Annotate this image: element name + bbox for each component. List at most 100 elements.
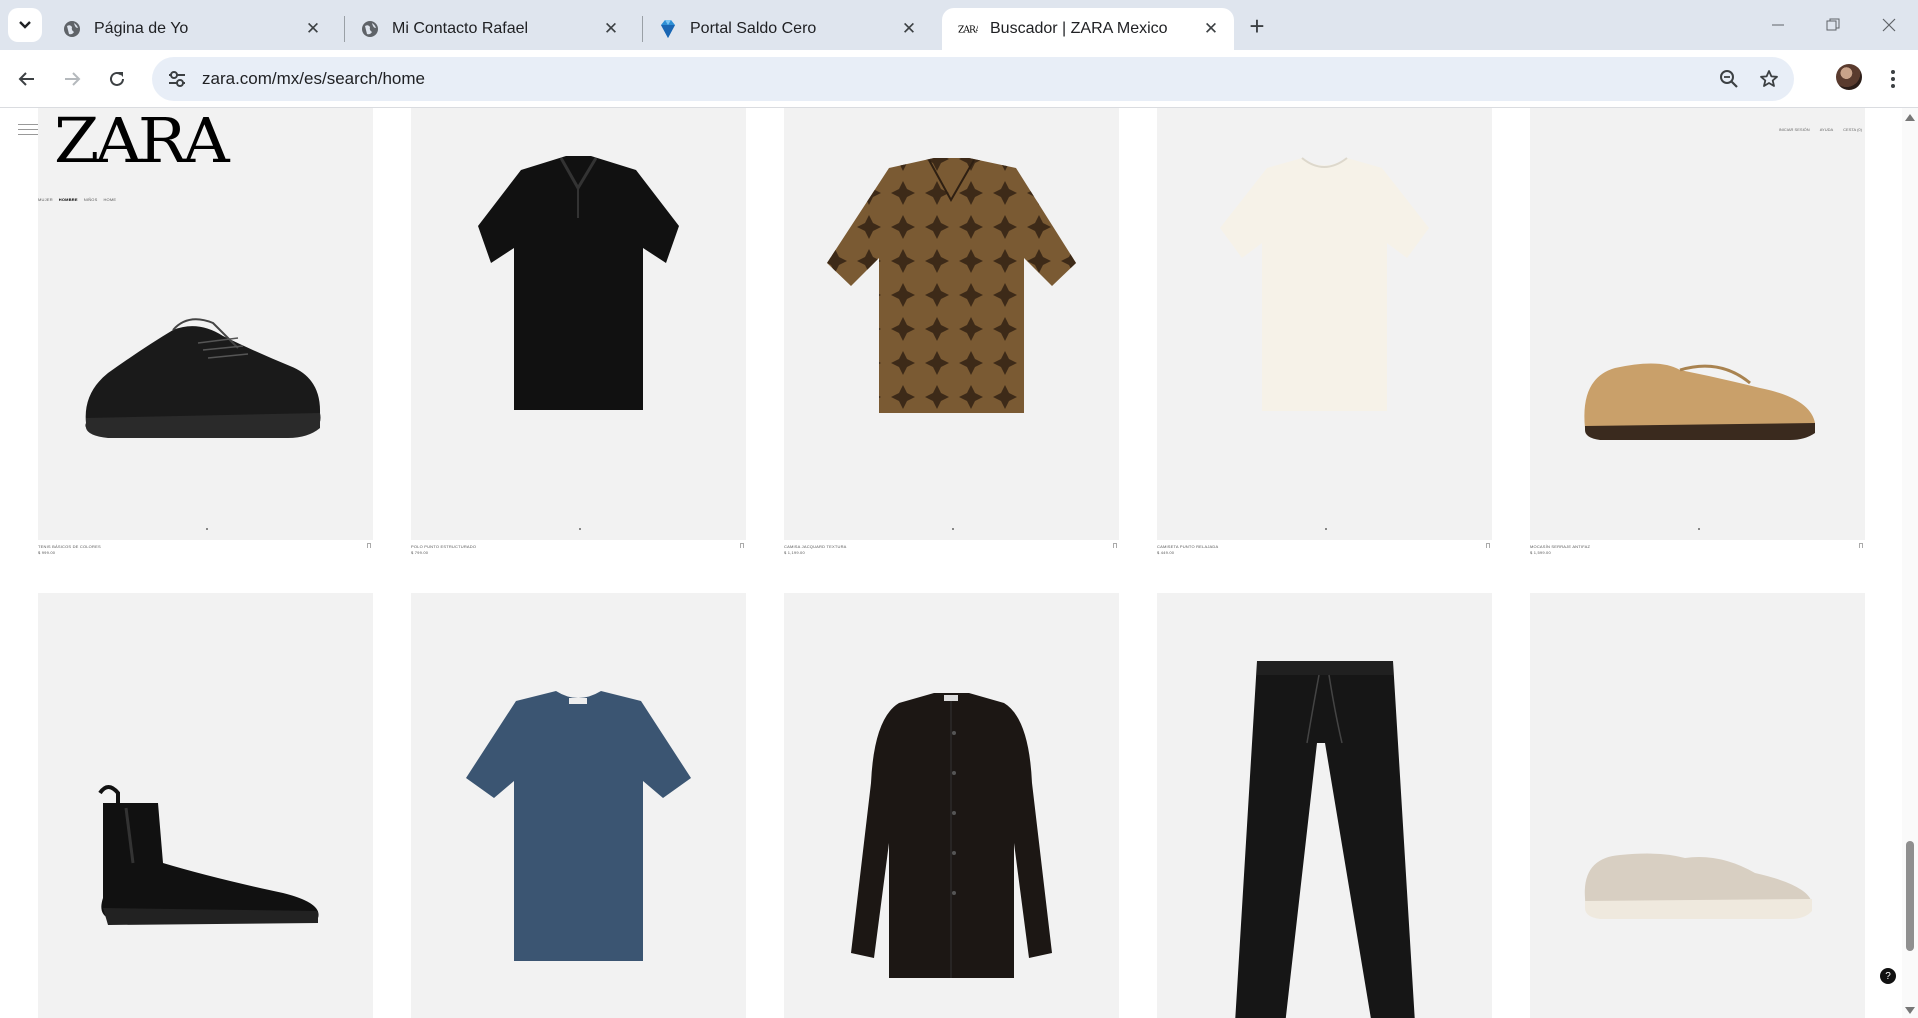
product-image-patterned-shirt[interactable]	[784, 108, 1119, 540]
bookmark-icon[interactable]	[1859, 543, 1863, 548]
zara-search-page: ZARA MUJER HOMBRE NIÑOS HOME INICIAR SES…	[0, 108, 1902, 1018]
product-price: $ 799.00	[411, 550, 429, 555]
restore-icon	[1826, 18, 1840, 31]
product-card[interactable]	[411, 593, 746, 1018]
product-image-loafer[interactable]	[1530, 108, 1865, 540]
product-meta: POLO PUNTO ESTRUCTURADO $ 799.00	[411, 540, 746, 560]
category-mujer[interactable]: MUJER	[38, 197, 53, 202]
image-pager-dot[interactable]	[205, 528, 208, 530]
browser-toolbar: zara.com/mx/es/search/home	[0, 50, 1918, 108]
gem-icon	[658, 19, 678, 39]
address-bar[interactable]: zara.com/mx/es/search/home	[152, 57, 1794, 101]
login-link[interactable]: INICIAR SESIÓN	[1779, 127, 1810, 132]
site-settings-icon[interactable]	[166, 68, 188, 90]
zara-logo[interactable]: ZARA	[54, 110, 230, 172]
product-meta: CAMISA JACQUARD TEXTURA $ 1,199.00	[784, 540, 1119, 560]
url-text[interactable]: zara.com/mx/es/search/home	[202, 69, 1714, 89]
tab-title: Página de Yo	[94, 20, 189, 37]
browser-menu-button[interactable]	[1880, 64, 1906, 94]
tab-buscador-zara[interactable]: ZARA Buscador | ZARA Mexico ✕	[942, 8, 1234, 50]
bookmark-icon[interactable]	[1486, 543, 1490, 548]
product-image-tee[interactable]	[1157, 108, 1492, 540]
image-pager-dot[interactable]	[578, 528, 581, 530]
bookmark-star-icon[interactable]	[1754, 64, 1784, 94]
help-link[interactable]: AYUDA	[1820, 127, 1833, 132]
product-price: $ 1,599.00	[1530, 550, 1551, 555]
close-tab-icon[interactable]: ✕	[898, 18, 920, 40]
page-scrollbar[interactable]	[1902, 108, 1918, 1018]
bookmark-icon[interactable]	[367, 543, 371, 548]
forward-arrow-icon	[65, 72, 81, 86]
reload-button[interactable]	[102, 64, 132, 94]
profile-avatar[interactable]	[1836, 64, 1862, 90]
tab-search-button[interactable]	[8, 8, 42, 42]
close-window-button[interactable]	[1869, 10, 1909, 40]
product-price: $ 449.00	[1157, 550, 1175, 555]
product-card[interactable]	[1157, 593, 1492, 1018]
close-tab-icon[interactable]: ✕	[600, 18, 622, 40]
product-image-blue-tee[interactable]	[411, 593, 746, 1018]
back-arrow-icon	[18, 72, 34, 86]
chevron-down-icon	[19, 21, 31, 29]
tab-mi-contacto-rafael[interactable]: Mi Contacto Rafael ✕	[344, 8, 634, 50]
image-pager-dot[interactable]	[1324, 528, 1327, 530]
product-image-trousers[interactable]	[1157, 593, 1492, 1018]
minimize-icon	[1772, 24, 1784, 26]
bookmark-icon[interactable]	[1113, 543, 1117, 548]
bookmark-icon[interactable]	[740, 543, 744, 548]
product-image-polo[interactable]	[411, 108, 746, 540]
restore-button[interactable]	[1813, 10, 1853, 40]
scroll-up-arrow-icon[interactable]	[1905, 114, 1915, 121]
new-tab-button[interactable]: +	[1243, 11, 1271, 41]
close-tab-icon[interactable]: ✕	[1200, 18, 1222, 40]
product-image-overshirt[interactable]	[784, 593, 1119, 1018]
scrollbar-thumb[interactable]	[1906, 841, 1914, 951]
zara-favicon-icon: ZARA	[958, 19, 978, 39]
globe-icon	[360, 19, 380, 39]
browser-tabbar: Página de Yo ✕ Mi Contacto Rafael ✕ Port…	[0, 0, 1918, 50]
product-meta: MOCASÍN SERRAJE ANTIFAZ $ 1,599.00	[1530, 540, 1865, 560]
category-home[interactable]: HOME	[103, 197, 116, 202]
image-pager-dot[interactable]	[1697, 528, 1700, 530]
header-links: INICIAR SESIÓN AYUDA CESTA (0)	[1779, 127, 1862, 132]
image-pager-dot[interactable]	[951, 528, 954, 530]
back-button[interactable]	[12, 64, 42, 94]
svg-text:ZARA: ZARA	[958, 26, 978, 35]
category-ninos[interactable]: NIÑOS	[84, 197, 98, 202]
product-card[interactable]: CAMISA JACQUARD TEXTURA $ 1,199.00	[784, 108, 1119, 560]
product-card[interactable]: POLO PUNTO ESTRUCTURADO $ 799.00	[411, 108, 746, 560]
product-card[interactable]	[38, 593, 373, 1018]
product-name[interactable]: TENIS BÁSICOS DE COLORES	[38, 544, 373, 549]
product-card[interactable]	[1530, 593, 1865, 1018]
product-card[interactable]	[784, 593, 1119, 1018]
tab-title: Portal Saldo Cero	[690, 20, 817, 37]
scroll-down-arrow-icon[interactable]	[1905, 1007, 1915, 1014]
product-meta: CAMISETA PUNTO RELAJADA $ 449.00	[1157, 540, 1492, 560]
more-vert-icon	[1891, 70, 1895, 88]
forward-button[interactable]	[57, 64, 87, 94]
help-chat-icon[interactable]: ?	[1880, 968, 1896, 984]
zoom-icon[interactable]	[1714, 64, 1744, 94]
product-card[interactable]: MOCASÍN SERRAJE ANTIFAZ $ 1,599.00	[1530, 108, 1865, 560]
product-image-chelsea-boot[interactable]	[38, 593, 373, 1018]
product-name[interactable]: MOCASÍN SERRAJE ANTIFAZ	[1530, 544, 1865, 549]
product-card[interactable]: CAMISETA PUNTO RELAJADA $ 449.00	[1157, 108, 1492, 560]
product-name[interactable]: POLO PUNTO ESTRUCTURADO	[411, 544, 746, 549]
category-nav: MUJER HOMBRE NIÑOS HOME	[38, 197, 116, 202]
close-tab-icon[interactable]: ✕	[302, 18, 324, 40]
product-price: $ 1,199.00	[784, 550, 805, 555]
product-price: $ 999.00	[38, 550, 56, 555]
tab-portal-saldo-cero[interactable]: Portal Saldo Cero ✕	[642, 8, 932, 50]
reload-icon	[110, 71, 124, 86]
product-name[interactable]: CAMISETA PUNTO RELAJADA	[1157, 544, 1492, 549]
product-meta: TENIS BÁSICOS DE COLORES $ 999.00	[38, 540, 373, 560]
menu-icon[interactable]	[18, 124, 40, 136]
product-image-suede-loafer[interactable]	[1530, 593, 1865, 1018]
tab-pagina-de-yo[interactable]: Página de Yo ✕	[46, 8, 336, 50]
globe-icon	[62, 19, 82, 39]
cart-link[interactable]: CESTA (0)	[1843, 127, 1862, 132]
product-name[interactable]: CAMISA JACQUARD TEXTURA	[784, 544, 1119, 549]
category-hombre[interactable]: HOMBRE	[59, 197, 78, 202]
minimize-button[interactable]	[1758, 10, 1798, 40]
tab-title: Buscador | ZARA Mexico	[990, 20, 1168, 37]
